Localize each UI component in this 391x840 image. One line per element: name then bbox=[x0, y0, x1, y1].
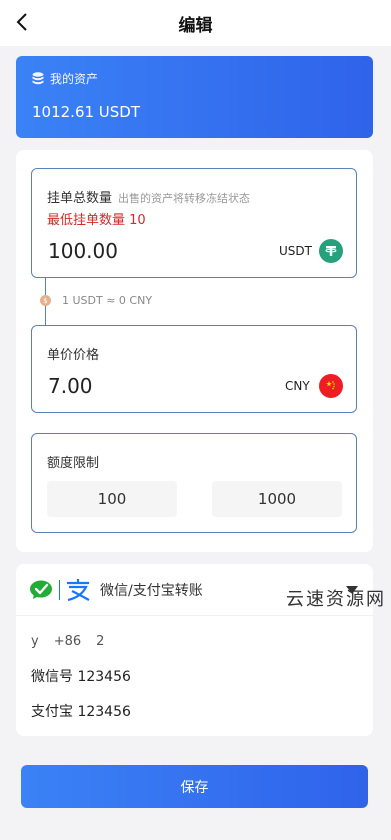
alipay-account-text: 支付宝 123456 bbox=[31, 704, 131, 720]
watermark-text: 云速资源网 bbox=[286, 589, 386, 610]
limit-box: 额度限制 100 1000 bbox=[31, 433, 357, 533]
limit-min-input[interactable]: 100 bbox=[47, 481, 177, 517]
back-button[interactable] bbox=[10, 10, 34, 34]
rate-icon: $ bbox=[40, 295, 51, 306]
asset-label-row: 我的资产 bbox=[32, 70, 357, 87]
quantity-label: 挂单总数量 bbox=[47, 191, 113, 206]
quantity-box[interactable]: 挂单总数量 出售的资产将转移冻结状态 最低挂单数量 10 100.00 USDT bbox=[31, 168, 357, 278]
order-form-card: 挂单总数量 出售的资产将转移冻结状态 最低挂单数量 10 100.00 USDT … bbox=[16, 150, 373, 552]
asset-label: 我的资产 bbox=[50, 72, 99, 86]
quantity-input[interactable]: 100.00 bbox=[48, 239, 118, 263]
page-title: 编辑 bbox=[178, 15, 213, 36]
alipay-icon bbox=[67, 578, 90, 601]
quantity-hint: 出售的资产将转移冻结状态 bbox=[118, 192, 251, 205]
payee-phone: 2 bbox=[96, 634, 105, 649]
tether-icon bbox=[319, 239, 343, 263]
payee-name: y bbox=[31, 634, 39, 649]
limit-max-input[interactable]: 1000 bbox=[212, 481, 342, 517]
payment-divider bbox=[59, 579, 60, 600]
price-label: 单价价格 bbox=[47, 348, 100, 363]
quantity-label-row: 挂单总数量 出售的资产将转移冻结状态 bbox=[47, 187, 250, 206]
min-quantity-text: 最低挂单数量 10 bbox=[47, 213, 146, 228]
china-flag-icon bbox=[319, 374, 343, 398]
asset-card: 我的资产 1012.61 USDT bbox=[16, 56, 373, 138]
database-icon bbox=[32, 72, 44, 85]
wechat-account-text: 微信号 123456 bbox=[31, 669, 131, 685]
top-bar: 编辑 bbox=[0, 0, 391, 46]
chevron-left-icon bbox=[16, 13, 27, 31]
wechat-icon bbox=[30, 580, 52, 599]
limit-label: 额度限制 bbox=[47, 456, 100, 471]
quantity-unit: USDT bbox=[279, 244, 312, 258]
exchange-rate-text: 1 USDT ≈ 0 CNY bbox=[62, 294, 153, 307]
payment-method-title: 微信/支付宝转账 bbox=[100, 582, 203, 599]
payee-info-row: y +86 2 bbox=[31, 634, 119, 649]
save-button[interactable]: 保存 bbox=[21, 765, 368, 808]
payee-country-code: +86 bbox=[53, 634, 82, 649]
price-box[interactable]: 单价价格 7.00 CNY bbox=[31, 325, 357, 413]
asset-value: 1012.61 USDT bbox=[32, 103, 141, 121]
exchange-rate-row: $ 1 USDT ≈ 0 CNY bbox=[40, 294, 152, 307]
price-input[interactable]: 7.00 bbox=[48, 374, 93, 398]
price-unit: CNY bbox=[285, 379, 310, 393]
